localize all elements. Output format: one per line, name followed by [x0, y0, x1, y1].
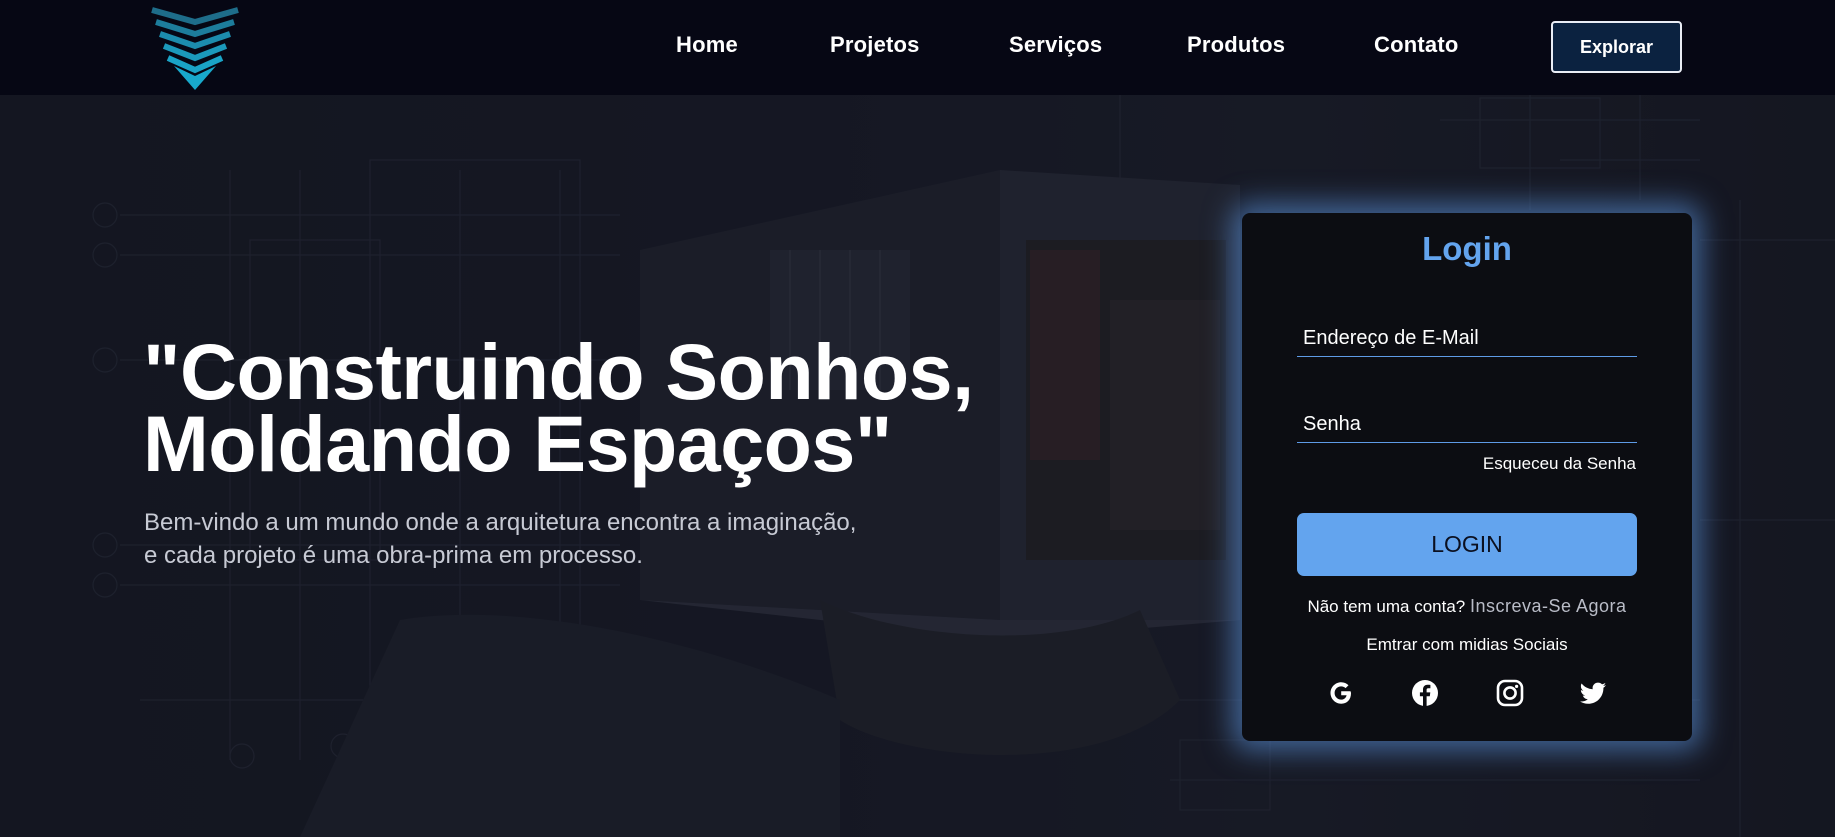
- hero-subtitle: Bem-vindo a um mundo onde a arquitetura …: [144, 506, 944, 572]
- facebook-icon[interactable]: [1410, 678, 1440, 708]
- forgot-password-link[interactable]: Esqueceu da Senha: [1483, 454, 1636, 474]
- hero-title: "Construindo Sonhos, Moldando Espaços": [143, 327, 974, 488]
- login-title: Login: [1422, 230, 1512, 267]
- login-button[interactable]: LOGIN: [1297, 513, 1637, 576]
- signup-link[interactable]: Inscreva-Se Agora: [1470, 596, 1627, 616]
- instagram-icon[interactable]: [1495, 678, 1525, 708]
- logo-icon[interactable]: [148, 6, 242, 92]
- google-icon[interactable]: [1326, 678, 1356, 708]
- login-card: Login Esqueceu da Senha LOGIN Não tem um…: [1242, 213, 1692, 741]
- email-field[interactable]: [1297, 323, 1637, 356]
- password-field[interactable]: [1297, 409, 1637, 442]
- email-field-wrapper: [1297, 323, 1637, 357]
- navbar: Home Projetos Serviços Produtos Contato …: [0, 0, 1835, 95]
- social-login-label: Emtrar com midias Sociais: [1366, 635, 1568, 654]
- nav-projetos-link[interactable]: Projetos: [830, 32, 920, 58]
- nav-contato-link[interactable]: Contato: [1374, 32, 1459, 58]
- social-login-row: [1242, 678, 1692, 714]
- no-account-text: Não tem uma conta?: [1307, 597, 1466, 616]
- explore-button[interactable]: Explorar: [1551, 21, 1682, 73]
- nav-home-link[interactable]: Home: [676, 32, 738, 58]
- nav-servicos-link[interactable]: Serviços: [1009, 32, 1102, 58]
- hero-subtitle-line-2: e cada projeto é uma obra-prima em proce…: [144, 542, 643, 569]
- password-field-wrapper: [1297, 409, 1637, 443]
- twitter-icon[interactable]: [1578, 678, 1608, 708]
- hero-subtitle-line-1: Bem-vindo a um mundo onde a arquitetura …: [144, 509, 857, 536]
- signup-prompt: Não tem uma conta? Inscreva-Se Agora: [1242, 596, 1692, 617]
- nav-produtos-link[interactable]: Produtos: [1187, 32, 1285, 58]
